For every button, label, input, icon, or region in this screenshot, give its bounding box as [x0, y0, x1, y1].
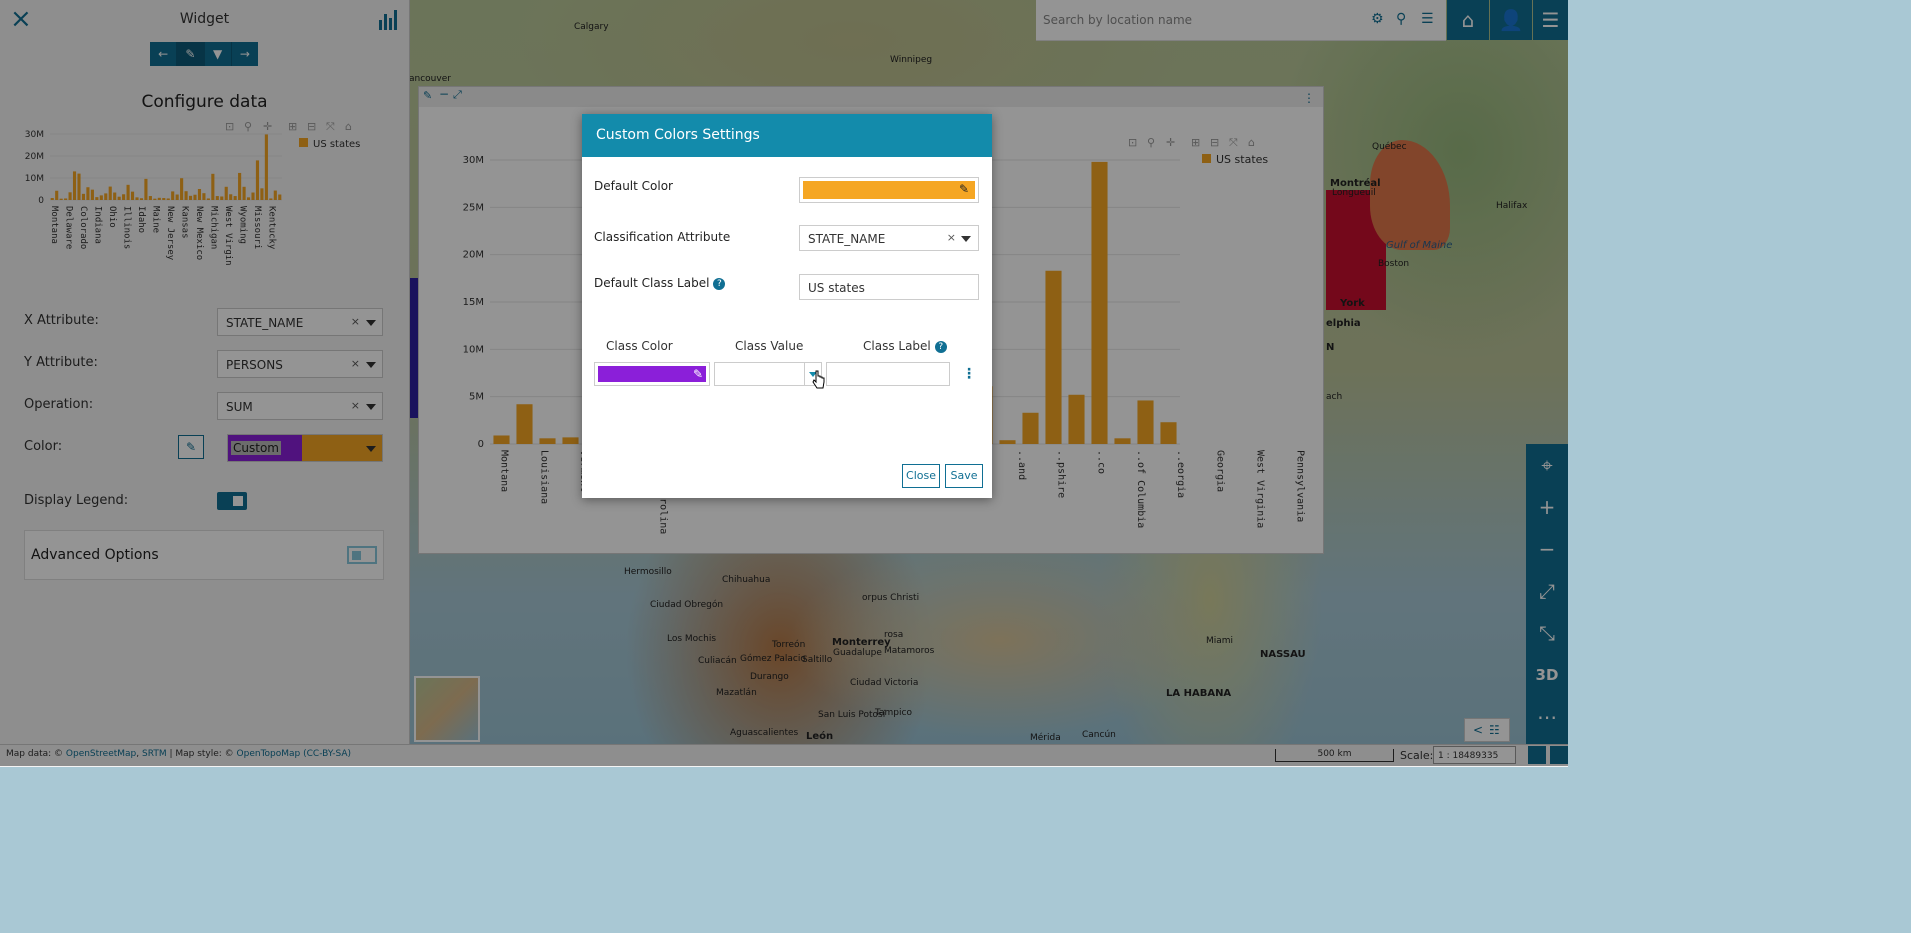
default-class-label-label: Default Class Label?	[594, 276, 726, 290]
classification-attribute-select[interactable]: STATE_NAME ×	[799, 225, 979, 251]
dialog-header: Custom Colors Settings	[582, 114, 992, 157]
default-class-label-text: Default Class Label	[594, 276, 710, 290]
default-color-swatch[interactable]	[803, 181, 975, 199]
class-label-header-text: Class Label	[863, 339, 931, 353]
chevron-down-icon[interactable]	[961, 236, 971, 242]
mouse-pointer-icon	[812, 370, 825, 389]
eyedropper-icon[interactable]: ✎	[959, 182, 969, 196]
class-label-header: Class Label?	[863, 339, 947, 353]
help-icon[interactable]: ?	[713, 277, 726, 290]
default-class-label-value: US states	[808, 281, 865, 295]
class-value-header: Class Value	[735, 339, 804, 353]
class-label-input[interactable]	[826, 362, 950, 386]
row-options-icon[interactable]: ⋮	[962, 366, 976, 382]
help-icon[interactable]: ?	[934, 340, 947, 353]
default-class-label-input[interactable]: US states	[799, 274, 979, 300]
default-color-label: Default Color	[594, 179, 673, 193]
eyedropper-icon[interactable]: ✎	[693, 367, 703, 381]
clear-icon[interactable]: ×	[947, 231, 956, 244]
class-color-swatch[interactable]	[598, 366, 706, 382]
class-color-header: Class Color	[606, 339, 673, 353]
class-color-picker[interactable]: ✎	[594, 362, 710, 386]
classification-attribute-label: Classification Attribute	[594, 230, 731, 244]
save-button[interactable]: Save	[945, 464, 983, 488]
dialog-title: Custom Colors Settings	[596, 127, 760, 143]
class-value-select[interactable]	[714, 362, 822, 386]
custom-colors-dialog: Custom Colors Settings Default Color ✎ C…	[582, 114, 992, 498]
classification-attribute-value: STATE_NAME	[808, 232, 886, 246]
close-button[interactable]: Close	[902, 464, 940, 488]
